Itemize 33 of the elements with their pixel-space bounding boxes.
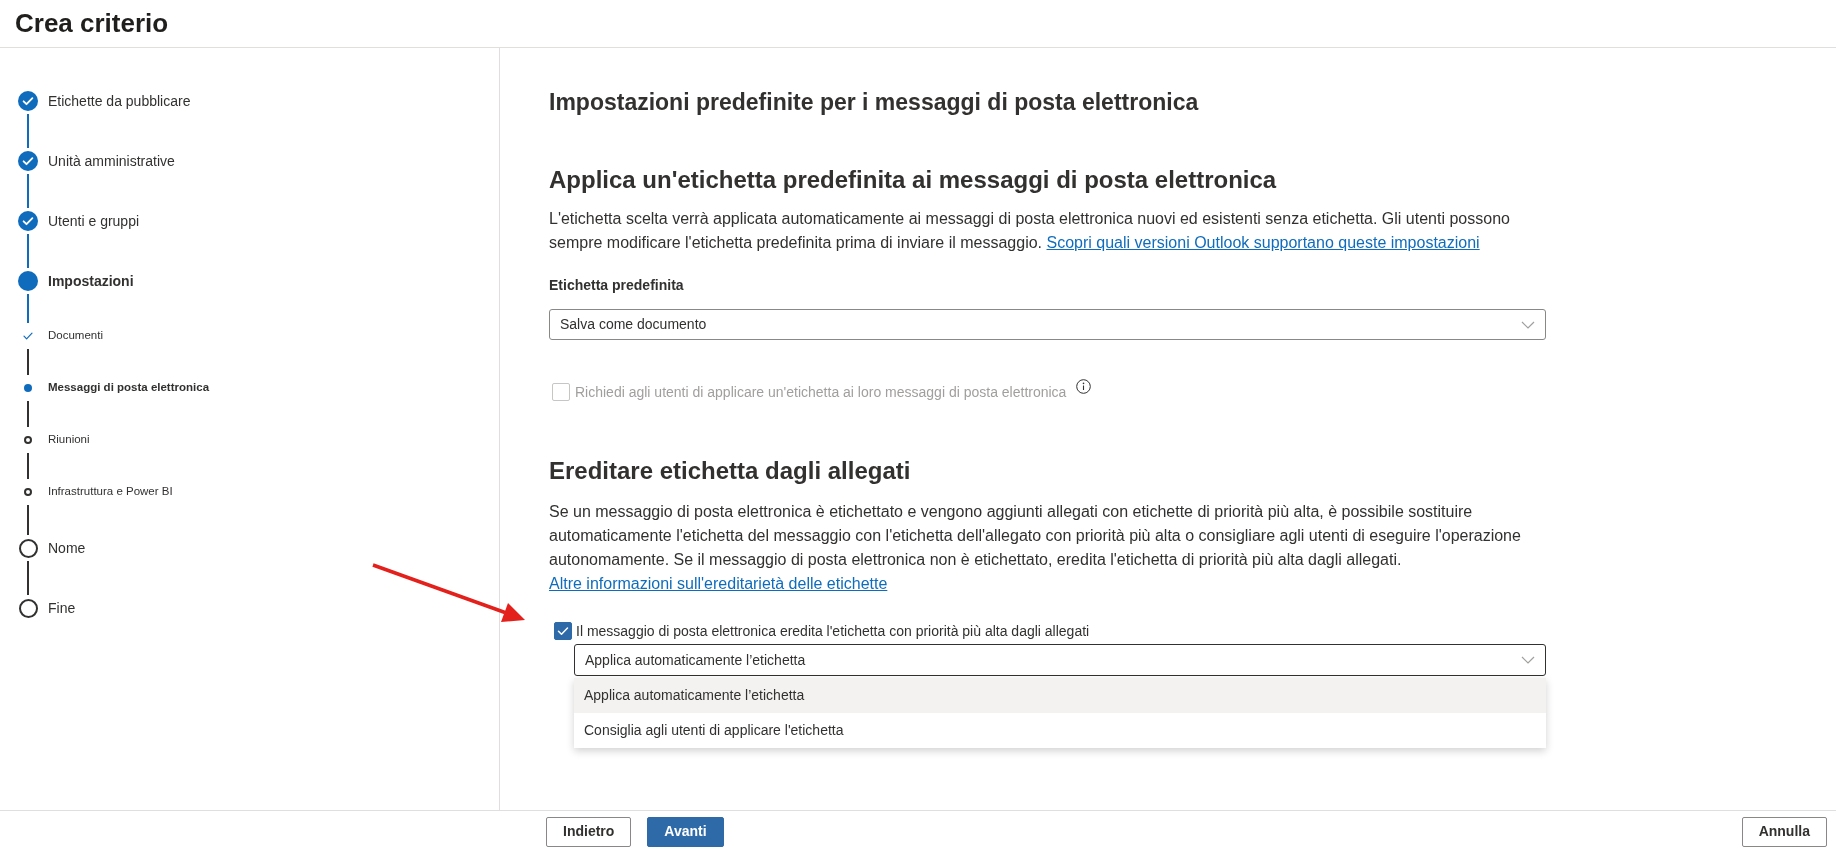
- checkbox[interactable]: [554, 622, 572, 640]
- dropdown-option[interactable]: Applica automaticamente l’etichetta: [574, 678, 1546, 713]
- action-dropdown[interactable]: Applica automaticamente l’etichetta: [574, 644, 1546, 676]
- section-heading: Applica un'etichetta predefinita ai messaggi di posta elettronica: [549, 165, 1278, 195]
- page-header-title: Crea criterio: [15, 7, 169, 40]
- dropdown-option[interactable]: Consiglia agli utenti di applicare l'etichetta: [574, 713, 1546, 748]
- step-label[interactable]: Riunioni: [48, 431, 90, 449]
- cancel-button[interactable]: Annulla: [1741, 816, 1827, 847]
- page-title: Impostazioni predefinite per i messaggi di posta elettronica: [549, 88, 1200, 116]
- step-label[interactable]: Etichette da pubblicare: [48, 90, 191, 112]
- learn-more-link[interactable]: Scopri quali versioni Outlook supportano queste impostazioni: [1046, 234, 1480, 251]
- step-label[interactable]: Documenti: [48, 327, 103, 345]
- checkbox-label: Il messaggio di posta elettronica eredita l'etichetta con priorità più alta dagli allegati: [576, 621, 1090, 641]
- section-heading: Ereditare etichetta dagli allegati: [549, 456, 912, 486]
- description-text: Se un messaggio di posta elettronica è etichettato e vengono aggiunti allegati con etichette di priorità più alta, è possibile sostituire automaticamente l'etichetta del messaggio con l'etichetta dell'allegato con priorità più alta o consigliare agli utenti di eseguire l'operazione autonomamente. Se il messaggio di posta elettronica non è etichettato, eredita l'etichetta di priorità più alta dagli allegati. Altre informazioni sull'ereditarietà delle etichette: [549, 502, 1522, 594]
- description-text: L'etichetta scelta verrà applicata automaticamente ai messaggi di posta elettronica nuovi ed esistenti senza etichetta. Gli utenti possono sempre modificare l'etichetta predefinita prima di inviare il messaggio. Scopri quali versioni Outlook supportano queste impostazioni: [549, 209, 1511, 253]
- label-dropdown[interactable]: Salva come documento: [549, 309, 1546, 340]
- learn-more-link[interactable]: Altre informazioni sull'ereditarietà delle etichette: [549, 575, 888, 592]
- checkmark-icon: [557, 626, 569, 636]
- checkbox-label: Richiedi agli utenti di applicare un'etichetta ai loro messaggi di posta elettronica: [575, 382, 1067, 402]
- chevron-down-icon: [1521, 320, 1535, 329]
- step-label[interactable]: Nome: [48, 537, 86, 559]
- step-label[interactable]: Impostazioni: [48, 270, 134, 292]
- info-icon[interactable]: [1076, 378, 1092, 394]
- step-label[interactable]: Fine: [48, 597, 76, 619]
- step-label[interactable]: Utenti e gruppi: [48, 210, 140, 232]
- back-button[interactable]: Indietro: [546, 816, 632, 847]
- next-button[interactable]: Avanti: [647, 816, 724, 847]
- chevron-down-icon: [1521, 656, 1535, 664]
- step-label[interactable]: Unità amministrative: [48, 150, 175, 172]
- step-label[interactable]: Infrastruttura e Power BI: [48, 483, 173, 501]
- field-label: Etichetta predefinita: [549, 276, 685, 295]
- step-label[interactable]: Messaggi di posta elettronica: [48, 379, 210, 397]
